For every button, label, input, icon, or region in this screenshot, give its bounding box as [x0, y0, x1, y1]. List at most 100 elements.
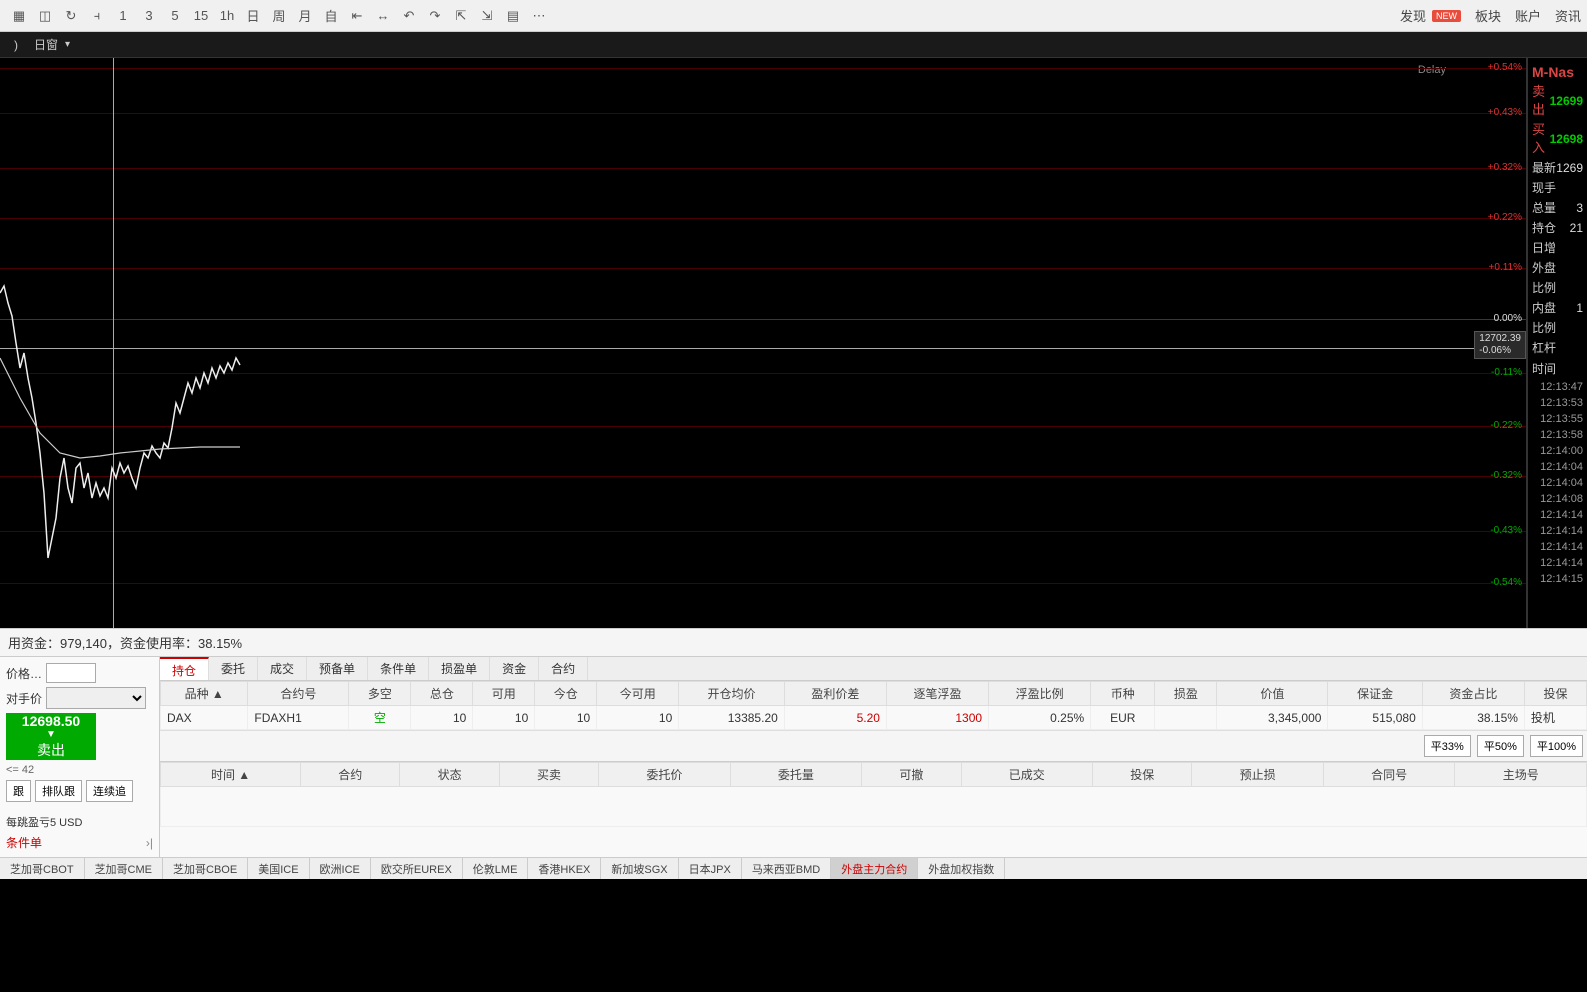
- close-pct-button[interactable]: 平100%: [1530, 735, 1583, 757]
- nav-down-icon[interactable]: ⇲: [476, 5, 498, 27]
- col-header[interactable]: 保证金: [1328, 682, 1422, 706]
- col-header[interactable]: 合约号: [248, 682, 349, 706]
- tf-auto[interactable]: 自: [320, 5, 342, 27]
- col-header[interactable]: 浮盈比例: [989, 682, 1091, 706]
- exchange-tab[interactable]: 芝加哥CBOT: [0, 858, 85, 879]
- condition-order-label[interactable]: 条件单: [6, 834, 42, 851]
- col-header[interactable]: 投保: [1524, 682, 1586, 706]
- nav-fit-icon[interactable]: ↔: [372, 5, 394, 27]
- nav-next-icon[interactable]: ↷: [424, 5, 446, 27]
- tab-0[interactable]: 持仓: [160, 657, 209, 680]
- continuous-button[interactable]: 连续追: [86, 780, 133, 802]
- tab-7[interactable]: 合约: [539, 657, 588, 680]
- col-header[interactable]: 价值: [1217, 682, 1328, 706]
- col-header[interactable]: 资金占比: [1422, 682, 1524, 706]
- exchange-tab[interactable]: 外盘加权指数: [918, 858, 1005, 879]
- col-header[interactable]: 多空: [349, 682, 411, 706]
- menu-account[interactable]: 账户: [1515, 6, 1541, 25]
- nav-first-icon[interactable]: ⇤: [346, 5, 368, 27]
- exchange-tab[interactable]: 马来西亚BMD: [742, 858, 831, 879]
- more-icon[interactable]: ⋯: [528, 5, 550, 27]
- nav-prev-icon[interactable]: ↶: [398, 5, 420, 27]
- tf-day[interactable]: 日: [242, 5, 264, 27]
- tab-5[interactable]: 损盈单: [429, 657, 490, 680]
- close-pct-button[interactable]: 平50%: [1477, 735, 1524, 757]
- col-header[interactable]: 逐笔浮盈: [886, 682, 988, 706]
- tf-month[interactable]: 月: [294, 5, 316, 27]
- sell-button[interactable]: 12698.50 ▼ 卖出: [6, 713, 96, 760]
- tf-dropdown[interactable]: 日窗: [26, 34, 78, 55]
- side-row: 持仓21: [1528, 218, 1587, 238]
- main-area: Delay +0.54%+0.43%+0.32%+0.22%+0.11%0.00…: [0, 58, 1587, 628]
- col-header[interactable]: 投保: [1093, 763, 1192, 787]
- col-header[interactable]: 可撤: [862, 763, 961, 787]
- col-header[interactable]: 总仓: [411, 682, 473, 706]
- tab-3[interactable]: 预备单: [307, 657, 368, 680]
- tf-1h[interactable]: 1h: [216, 5, 238, 27]
- close-pct-button[interactable]: 平33%: [1424, 735, 1471, 757]
- library-icon[interactable]: ▦: [8, 5, 30, 27]
- exchange-tab[interactable]: 欧交所EUREX: [371, 858, 463, 879]
- chart-area[interactable]: Delay +0.54%+0.43%+0.32%+0.22%+0.11%0.00…: [0, 58, 1527, 628]
- col-header[interactable]: 损盈: [1155, 682, 1217, 706]
- tab-6[interactable]: 资金: [490, 657, 539, 680]
- col-header[interactable]: 今可用: [597, 682, 679, 706]
- col-header[interactable]: 今仓: [535, 682, 597, 706]
- tab-2[interactable]: 成交: [258, 657, 307, 680]
- buy-label[interactable]: 买入: [1532, 121, 1550, 157]
- grid-icon[interactable]: ▤: [502, 5, 524, 27]
- table-row[interactable]: DAX FDAXH1 空 10 10 10 10 13385.20 5.20 1…: [161, 706, 1587, 730]
- exchange-tab[interactable]: 日本JPX: [679, 858, 742, 879]
- expand-icon[interactable]: ›|: [146, 836, 153, 850]
- menu-news[interactable]: 资讯: [1555, 6, 1581, 25]
- follow-button[interactable]: 跟: [6, 780, 31, 802]
- col-header[interactable]: 可用: [473, 682, 535, 706]
- tf-5[interactable]: 5: [164, 5, 186, 27]
- col-header[interactable]: 买卖: [499, 763, 598, 787]
- refresh-icon[interactable]: ↻: [60, 5, 82, 27]
- exchange-tab[interactable]: 芝加哥CBOE: [163, 858, 248, 879]
- price-input[interactable]: [46, 663, 96, 683]
- col-header[interactable]: 状态: [400, 763, 499, 787]
- nav-up-icon[interactable]: ⇱: [450, 5, 472, 27]
- cell-avg-price: 13385.20: [679, 706, 785, 730]
- tf-3[interactable]: 3: [138, 5, 160, 27]
- col-header[interactable]: 合同号: [1323, 763, 1455, 787]
- tf-week[interactable]: 周: [268, 5, 290, 27]
- col-header[interactable]: 品种 ▲: [161, 682, 248, 706]
- menu-discover[interactable]: 发现: [1400, 6, 1426, 25]
- col-header[interactable]: 预止损: [1192, 763, 1324, 787]
- col-header[interactable]: 主场号: [1455, 763, 1587, 787]
- sell-label[interactable]: 卖出: [1532, 83, 1550, 119]
- tf-1[interactable]: 1: [112, 5, 134, 27]
- col-header[interactable]: 时间 ▲: [161, 763, 301, 787]
- menu-sector[interactable]: 板块: [1475, 6, 1501, 25]
- col-header[interactable]: 委托价: [599, 763, 731, 787]
- exchange-tab[interactable]: 外盘主力合约: [831, 858, 918, 879]
- exchange-tab[interactable]: 伦敦LME: [463, 858, 529, 879]
- kline-icon[interactable]: ⫞: [86, 5, 108, 27]
- side-row: 最新1269: [1528, 158, 1587, 178]
- exchange-tab[interactable]: 芝加哥CME: [85, 858, 163, 879]
- cell-today: 10: [535, 706, 597, 730]
- y-label: -0.54%: [1490, 577, 1522, 588]
- queue-follow-button[interactable]: 排队跟: [35, 780, 82, 802]
- exchange-tab[interactable]: 香港HKEX: [528, 858, 601, 879]
- layout-icon[interactable]: ◫: [34, 5, 56, 27]
- col-header[interactable]: 盈利价差: [784, 682, 886, 706]
- cell-float-pl: 1300: [886, 706, 988, 730]
- tick-time: 12:13:53: [1528, 395, 1587, 411]
- col-header[interactable]: 委托量: [730, 763, 862, 787]
- col-header[interactable]: 开仓均价: [679, 682, 785, 706]
- tf-15[interactable]: 15: [190, 5, 212, 27]
- col-header[interactable]: 合约: [301, 763, 400, 787]
- price-type-select[interactable]: [46, 687, 146, 709]
- col-header[interactable]: 币种: [1091, 682, 1155, 706]
- exchange-tab[interactable]: 欧洲ICE: [310, 858, 371, 879]
- tick-pl: 每跳盈亏5 USD: [6, 814, 153, 830]
- tab-4[interactable]: 条件单: [368, 657, 429, 680]
- exchange-tab[interactable]: 美国ICE: [248, 858, 309, 879]
- col-header[interactable]: 已成交: [961, 763, 1093, 787]
- exchange-tab[interactable]: 新加坡SGX: [601, 858, 678, 879]
- tab-1[interactable]: 委托: [209, 657, 258, 680]
